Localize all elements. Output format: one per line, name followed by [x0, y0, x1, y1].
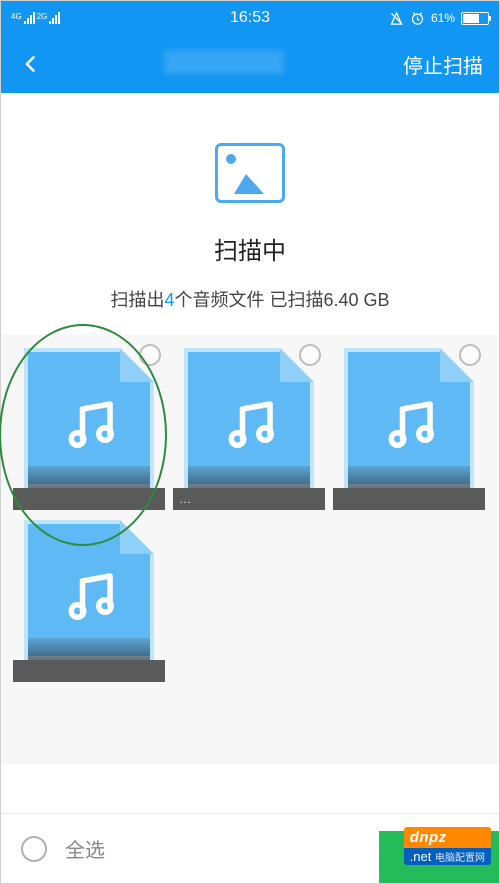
watermark: dnpz .net 电脑配置网 — [404, 827, 491, 865]
alarm-icon — [410, 11, 425, 26]
signal-bars-icon — [24, 12, 35, 24]
battery-percent: 61% — [431, 11, 455, 25]
status-time: 16:53 — [230, 9, 270, 27]
app-header: 停止扫描 — [1, 35, 499, 93]
file-item[interactable] — [9, 516, 169, 660]
file-label — [13, 488, 165, 510]
music-file-icon — [60, 566, 120, 626]
file-checkbox[interactable] — [299, 344, 321, 366]
select-all-checkbox[interactable] — [21, 836, 47, 862]
file-label — [333, 488, 485, 510]
music-file-icon — [220, 394, 280, 454]
file-item[interactable] — [329, 344, 489, 488]
battery-icon — [461, 12, 489, 25]
music-file-icon — [380, 394, 440, 454]
file-label: … — [173, 488, 325, 510]
file-grid: … — [1, 334, 499, 764]
back-button[interactable] — [17, 50, 45, 78]
net-label-2g: 2G — [37, 12, 48, 24]
status-bar: 4G 2G 16:53 61% — [1, 1, 499, 35]
music-file-icon — [60, 394, 120, 454]
file-checkbox[interactable] — [139, 344, 161, 366]
page-title — [45, 50, 403, 79]
scan-status-title: 扫描中 — [21, 231, 479, 266]
select-all-label[interactable]: 全选 — [65, 834, 105, 863]
file-item[interactable]: … — [169, 344, 329, 488]
signal-bars-icon — [49, 12, 60, 24]
file-label — [13, 660, 165, 682]
stop-scan-button[interactable]: 停止扫描 — [403, 50, 483, 79]
image-placeholder-icon — [215, 143, 285, 203]
scan-status-info: 扫描出4个音频文件 已扫描6.40 GB — [21, 286, 479, 312]
net-label-4g: 4G — [11, 12, 22, 24]
file-checkbox[interactable] — [459, 344, 481, 366]
no-sound-icon — [389, 11, 404, 26]
file-item[interactable] — [9, 344, 169, 488]
